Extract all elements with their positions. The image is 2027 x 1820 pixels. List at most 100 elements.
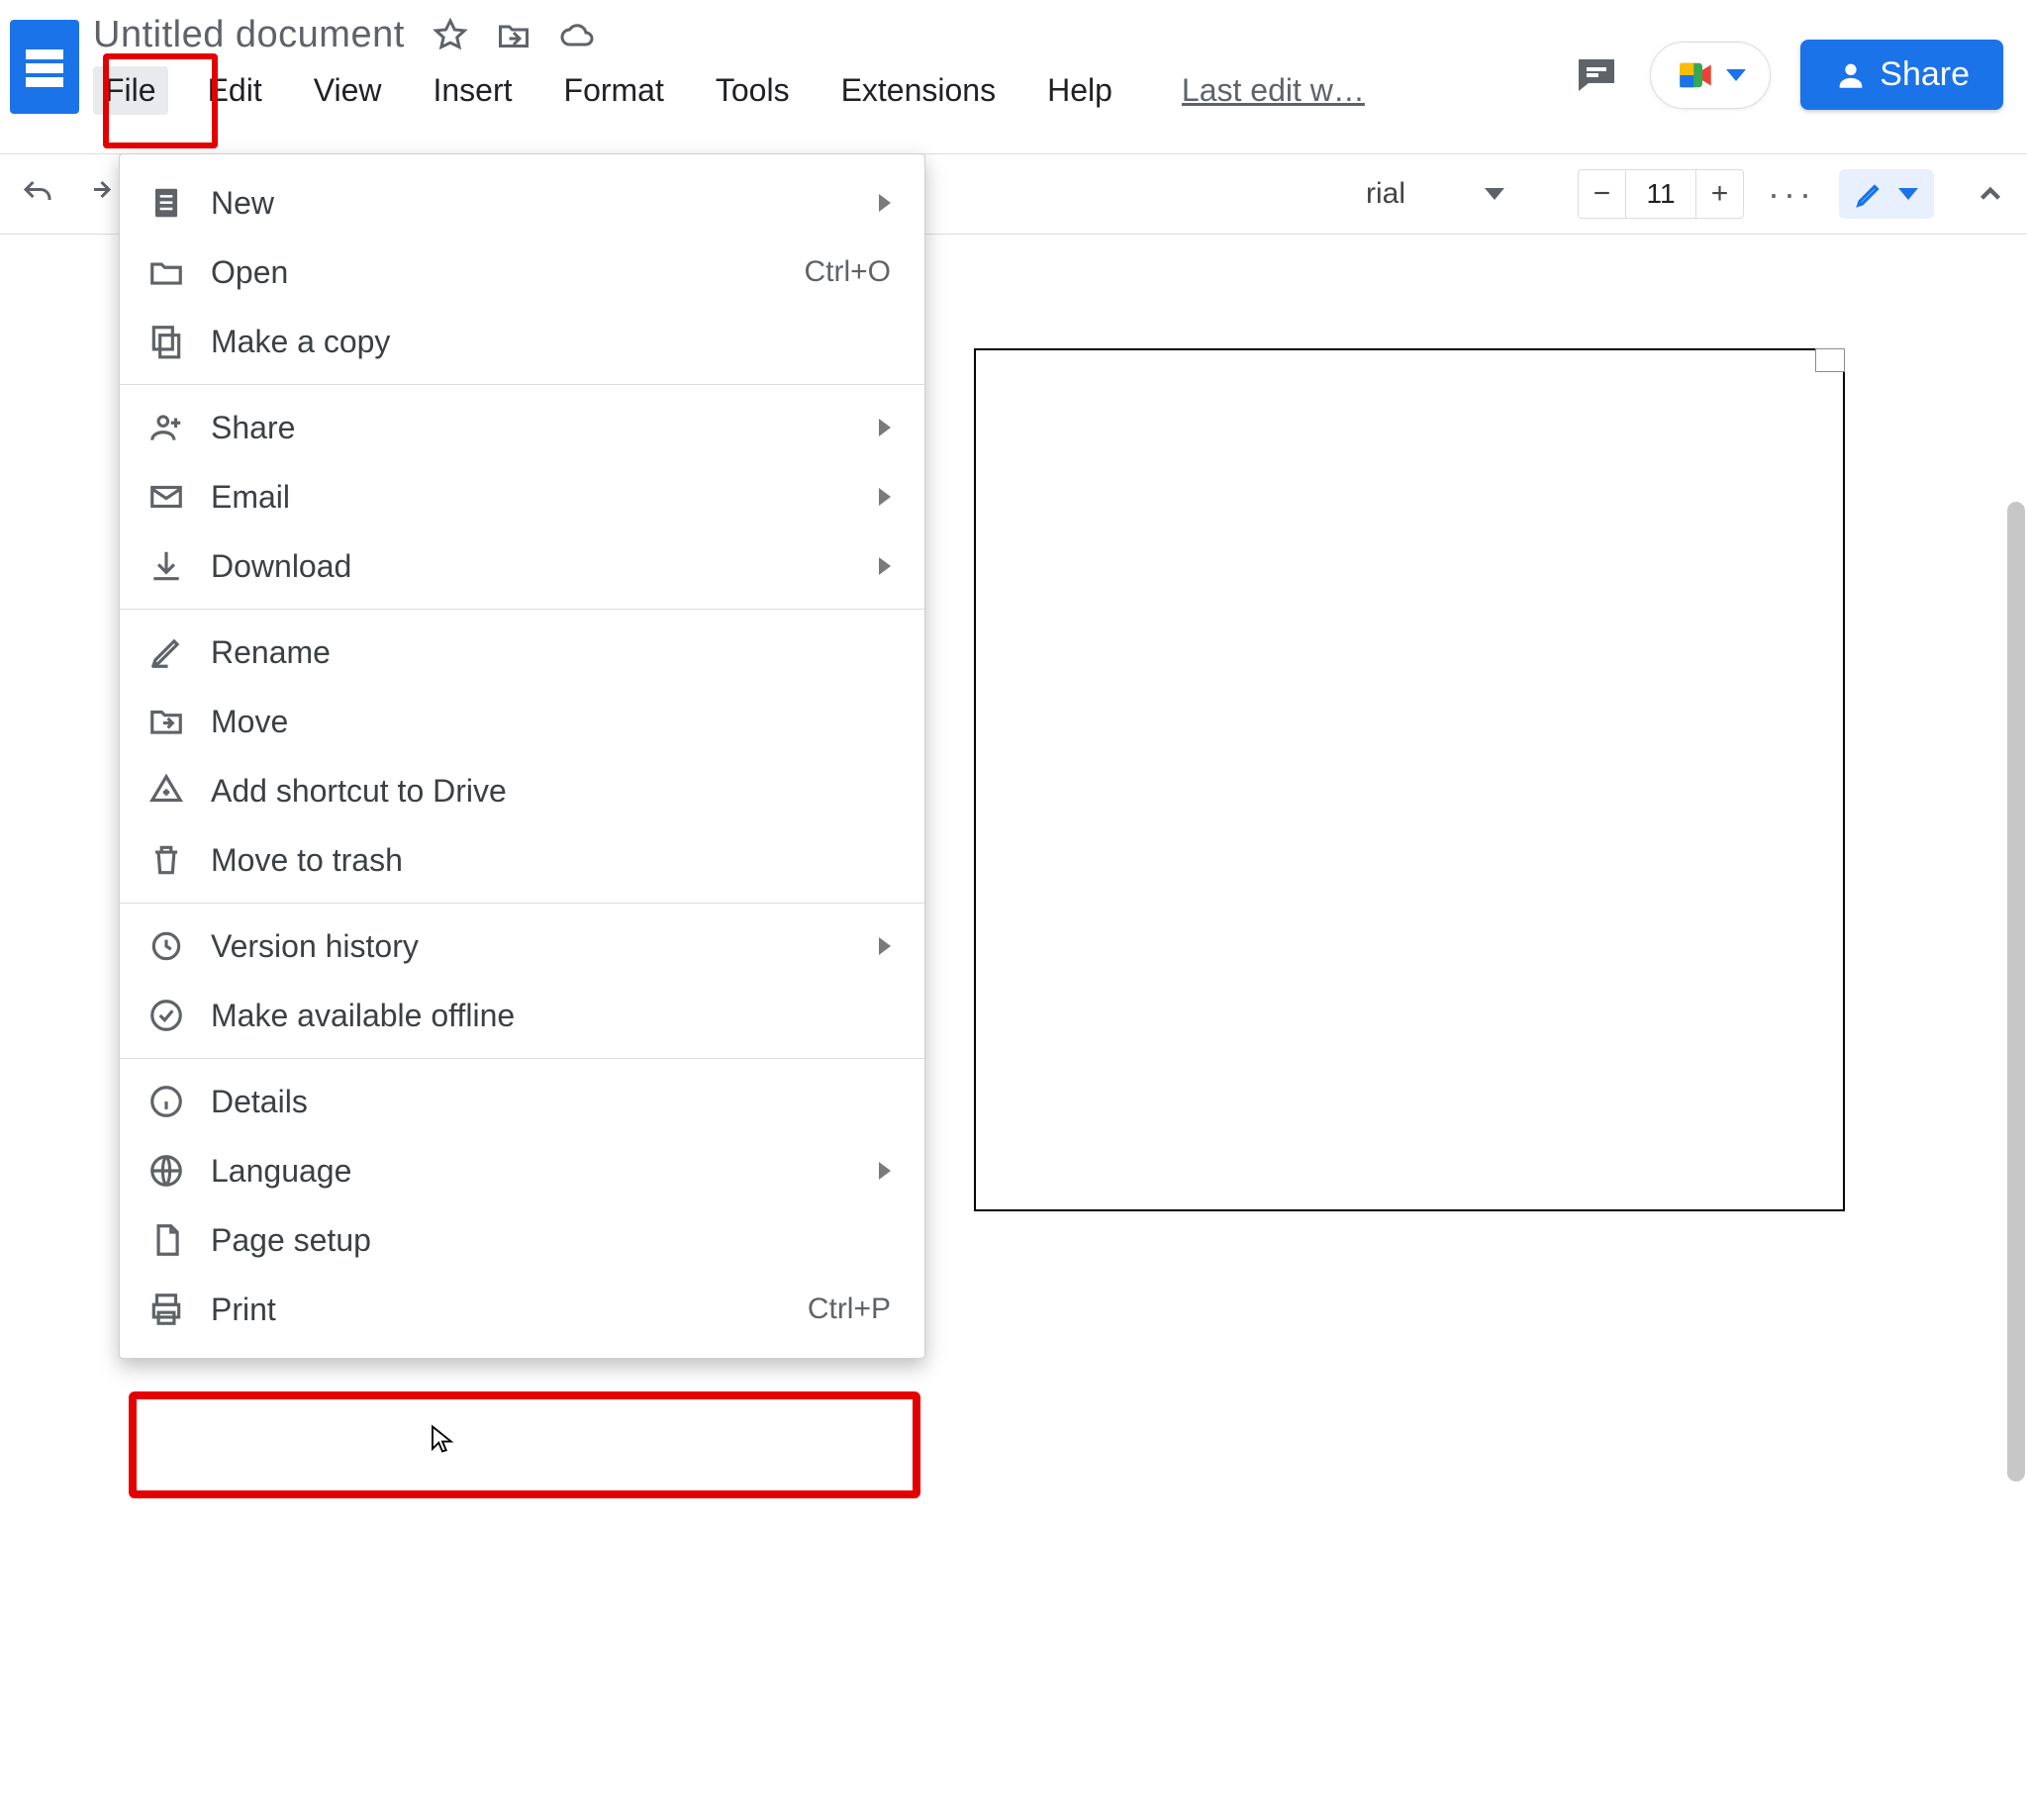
menu-item-label: Move — [211, 704, 891, 740]
menu-item-move[interactable]: Move — [120, 687, 924, 756]
menu-item-download[interactable]: Download — [120, 531, 924, 601]
page-icon — [147, 184, 185, 222]
menu-item-share[interactable]: Share — [120, 393, 924, 462]
share-person-icon — [1834, 58, 1868, 92]
submenu-arrow-icon — [879, 557, 891, 575]
shortcut-label: Ctrl+O — [804, 255, 891, 289]
cloud-status-icon[interactable] — [559, 18, 595, 53]
menu-item-label: New — [211, 185, 853, 222]
page-outline-tab[interactable] — [1815, 348, 1845, 372]
trash-icon — [147, 841, 185, 879]
menu-divider — [120, 384, 924, 385]
folder-move-icon — [147, 703, 185, 740]
redo-icon[interactable] — [79, 176, 115, 212]
menu-item-label: Download — [211, 548, 853, 585]
menu-item-open[interactable]: Open Ctrl+O — [120, 238, 924, 307]
app-header: Untitled document File Edit View Insert … — [0, 0, 2027, 153]
menu-item-label: Make a copy — [211, 324, 891, 360]
menu-item-make-copy[interactable]: Make a copy — [120, 307, 924, 376]
menu-item-label: Page setup — [211, 1222, 891, 1259]
menu-item-label: Share — [211, 410, 853, 446]
menu-extensions[interactable]: Extensions — [829, 66, 1009, 115]
menu-item-language[interactable]: Language — [120, 1136, 924, 1205]
share-button-label: Share — [1880, 55, 1970, 94]
history-icon — [147, 927, 185, 965]
menu-item-label: Language — [211, 1153, 853, 1190]
menu-item-email[interactable]: Email — [120, 462, 924, 531]
share-button[interactable]: Share — [1800, 40, 2003, 110]
font-size-increase[interactable]: + — [1695, 170, 1743, 218]
menu-item-version-history[interactable]: Version history — [120, 911, 924, 981]
menu-help[interactable]: Help — [1035, 66, 1124, 115]
submenu-arrow-icon — [879, 488, 891, 506]
more-toolbar-icon[interactable]: ··· — [1768, 173, 1815, 215]
menu-divider — [120, 1058, 924, 1059]
menu-item-print[interactable]: Print Ctrl+P — [120, 1275, 924, 1344]
pencil-icon — [1855, 179, 1884, 209]
file-menu-dropdown: New Open Ctrl+O Make a copy Share Email … — [119, 153, 925, 1359]
menu-item-label: Make available offline — [211, 998, 891, 1034]
folder-icon — [147, 253, 185, 291]
menu-file[interactable]: File — [93, 66, 168, 115]
comments-icon[interactable] — [1573, 51, 1620, 99]
document-title[interactable]: Untitled document — [93, 14, 405, 56]
menu-item-label: Email — [211, 479, 853, 516]
undo-icon[interactable] — [20, 176, 55, 212]
editing-mode-dropdown-icon — [1898, 188, 1918, 200]
font-name-label: rial — [1366, 177, 1405, 211]
globe-icon — [147, 1152, 185, 1190]
shortcut-label: Ctrl+P — [808, 1293, 891, 1326]
meet-dropdown-icon — [1726, 69, 1746, 81]
pencil-icon — [147, 633, 185, 671]
menu-item-new[interactable]: New — [120, 168, 924, 238]
font-dropdown-icon — [1485, 188, 1504, 200]
submenu-arrow-icon — [879, 1162, 891, 1180]
menu-item-move-trash[interactable]: Move to trash — [120, 825, 924, 895]
menu-view[interactable]: View — [302, 66, 394, 115]
collapse-icon[interactable] — [1974, 177, 2007, 211]
menu-item-label: Details — [211, 1084, 891, 1120]
last-edit-link[interactable]: Last edit w… — [1182, 72, 1365, 109]
menu-item-label: Rename — [211, 634, 891, 671]
meet-icon — [1675, 54, 1716, 96]
menu-item-label: Add shortcut to Drive — [211, 773, 891, 810]
menu-item-details[interactable]: Details — [120, 1067, 924, 1136]
font-size-input[interactable] — [1626, 170, 1695, 218]
menu-bar: File Edit View Insert Format Tools Exten… — [93, 66, 1573, 115]
star-icon[interactable] — [433, 18, 468, 53]
menu-item-label: Move to trash — [211, 842, 891, 879]
menu-item-label: Print — [211, 1292, 782, 1328]
menu-insert[interactable]: Insert — [421, 66, 524, 115]
page-setup-icon — [147, 1221, 185, 1259]
editing-mode-button[interactable] — [1839, 169, 1934, 219]
info-icon — [147, 1083, 185, 1120]
print-icon — [147, 1291, 185, 1328]
menu-item-rename[interactable]: Rename — [120, 618, 924, 687]
scrollbar-thumb[interactable] — [2007, 502, 2025, 1482]
copy-icon — [147, 323, 185, 360]
mail-icon — [147, 478, 185, 516]
font-family-selector[interactable]: rial — [1366, 177, 1554, 211]
submenu-arrow-icon — [879, 937, 891, 955]
docs-logo-icon[interactable] — [10, 20, 79, 114]
menu-tools[interactable]: Tools — [704, 66, 802, 115]
document-page[interactable] — [974, 348, 1845, 1211]
move-folder-icon[interactable] — [496, 18, 531, 53]
drive-shortcut-icon — [147, 772, 185, 810]
menu-item-page-setup[interactable]: Page setup — [120, 1205, 924, 1275]
menu-format[interactable]: Format — [552, 66, 676, 115]
font-size-decrease[interactable]: − — [1579, 170, 1626, 218]
menu-divider — [120, 903, 924, 904]
font-size-control: − + — [1578, 169, 1744, 219]
person-plus-icon — [147, 409, 185, 446]
meet-button[interactable] — [1650, 42, 1771, 109]
download-icon — [147, 547, 185, 585]
menu-edit[interactable]: Edit — [196, 66, 274, 115]
menu-divider — [120, 609, 924, 610]
scrollbar[interactable] — [2005, 393, 2027, 1820]
header-right: Share — [1573, 10, 2003, 110]
submenu-arrow-icon — [879, 419, 891, 436]
menu-item-add-shortcut[interactable]: Add shortcut to Drive — [120, 756, 924, 825]
submenu-arrow-icon — [879, 194, 891, 212]
menu-item-offline[interactable]: Make available offline — [120, 981, 924, 1050]
